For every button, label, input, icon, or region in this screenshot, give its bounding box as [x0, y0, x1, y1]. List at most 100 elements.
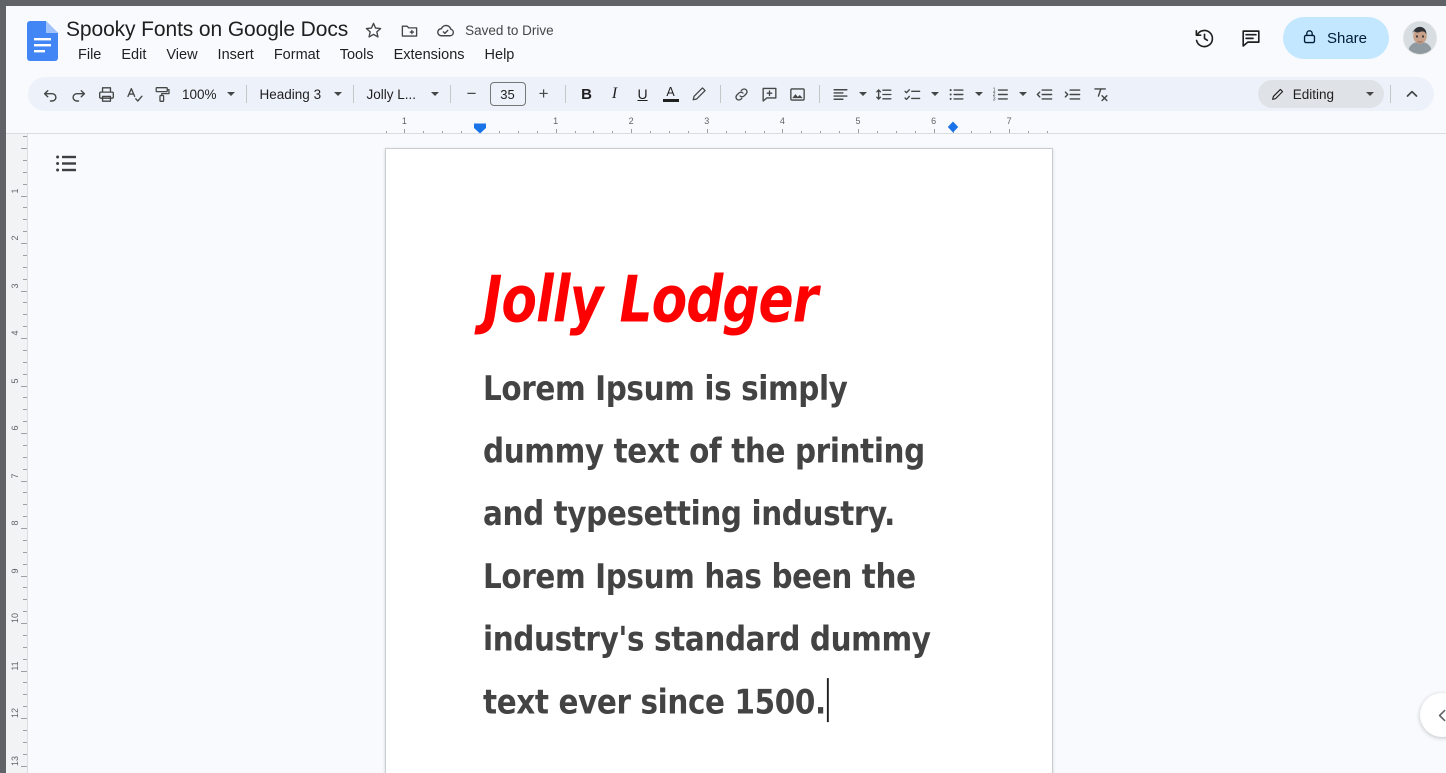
decrease-font-size-button[interactable]: − [458, 80, 486, 108]
vruler-tick [23, 266, 27, 268]
star-icon[interactable] [362, 19, 384, 41]
vruler-tick [21, 623, 27, 624]
vruler-tick [23, 753, 27, 755]
document-paragraph[interactable]: Lorem Ipsum is simply dummy text of the … [483, 358, 939, 734]
insert-link-icon[interactable] [728, 80, 756, 108]
menu-file[interactable]: File [68, 45, 111, 65]
menu-insert[interactable]: Insert [208, 45, 264, 65]
text-color-button[interactable]: A [657, 80, 685, 108]
bold-button[interactable]: B [573, 80, 601, 108]
left-indent-marker[interactable] [474, 121, 487, 134]
checklist-icon[interactable] [899, 80, 927, 108]
vruler-label: 2 [10, 235, 20, 241]
app-header: Spooky Fonts on Google Docs Saved to Dri… [6, 6, 1446, 68]
undo-icon[interactable] [36, 80, 64, 108]
zoom-level[interactable]: 100% [176, 80, 223, 108]
chevron-left-icon[interactable] [1420, 693, 1446, 737]
decrease-indent-icon[interactable] [1031, 80, 1059, 108]
vruler-tick [23, 682, 27, 684]
vruler-tick [23, 136, 27, 138]
vruler-tick [21, 433, 27, 434]
ruler-label: 4 [779, 116, 785, 126]
version-history-icon[interactable] [1185, 18, 1225, 58]
font-chevron-down-icon[interactable] [427, 80, 443, 108]
menu-tools[interactable]: Tools [330, 45, 384, 65]
vruler-tick [23, 421, 27, 423]
align-chevron-down-icon[interactable] [855, 80, 871, 108]
increase-indent-icon[interactable] [1059, 80, 1087, 108]
menu-view[interactable]: View [156, 45, 207, 65]
vruler-tick [21, 528, 27, 529]
spellcheck-icon[interactable] [120, 80, 148, 108]
underline-button[interactable]: U [629, 80, 657, 108]
editing-mode-label: Editing [1292, 86, 1334, 102]
vruler-tick [21, 290, 27, 292]
checklist-chevron-down-icon[interactable] [927, 80, 943, 108]
vruler-tick [23, 516, 27, 518]
cloud-saved-icon[interactable] [434, 19, 456, 41]
toolbar-divider [818, 85, 820, 103]
editing-chevron-down-icon[interactable] [1362, 80, 1378, 108]
ruler-label: 5 [855, 116, 861, 126]
font-family-value[interactable]: Jolly L... [361, 80, 427, 108]
menu-help[interactable]: Help [475, 45, 525, 65]
editing-mode-button[interactable]: Editing [1257, 80, 1384, 108]
paint-format-icon[interactable] [148, 80, 176, 108]
paragraph-style-value[interactable]: Heading 3 [254, 80, 330, 108]
vruler-tick [21, 575, 27, 577]
font-size-input[interactable]: 35 [489, 82, 526, 106]
vruler-tick [23, 207, 27, 209]
zoom-chevron-down-icon[interactable] [223, 80, 239, 108]
menu-edit[interactable]: Edit [111, 45, 156, 65]
vruler-tick [23, 611, 27, 613]
numbered-list-chevron-down-icon[interactable] [1015, 80, 1031, 108]
toolbar-divider [245, 85, 247, 103]
vruler-tick [21, 195, 27, 197]
increase-font-size-button[interactable]: + [530, 80, 558, 108]
vruler-tick [23, 551, 27, 553]
menu-extensions[interactable]: Extensions [384, 45, 475, 65]
move-to-folder-icon[interactable] [398, 19, 420, 41]
clear-formatting-icon[interactable] [1087, 80, 1115, 108]
right-indent-marker[interactable] [947, 120, 959, 133]
line-spacing-icon[interactable] [871, 80, 899, 108]
vruler-tick [21, 480, 27, 482]
insert-image-icon[interactable] [784, 80, 812, 108]
avatar[interactable] [1403, 21, 1437, 55]
document-heading[interactable]: Jolly Lodger [483, 266, 972, 334]
share-label: Share [1326, 29, 1367, 47]
vruler-tick [23, 171, 27, 173]
vruler-tick [23, 361, 27, 363]
italic-button[interactable]: I [601, 80, 629, 108]
menu-format[interactable]: Format [264, 45, 330, 65]
highlight-pen-icon[interactable] [685, 80, 713, 108]
document-page[interactable]: Jolly Lodger Lorem Ipsum is simply dummy… [385, 148, 1053, 773]
print-icon[interactable] [92, 80, 120, 108]
vertical-ruler[interactable]: 1 2 3 4 5 6 7 8 9 10 11 12 13 [6, 134, 28, 773]
vruler-tick [23, 563, 27, 565]
chevron-up-icon[interactable] [1398, 80, 1426, 108]
share-button[interactable]: Share [1282, 17, 1389, 59]
document-outline-icon[interactable] [49, 149, 83, 177]
bulleted-list-chevron-down-icon[interactable] [971, 80, 987, 108]
add-comment-icon[interactable] [756, 80, 784, 108]
vruler-tick [23, 587, 27, 589]
ruler-label: 6 [931, 116, 937, 126]
vruler-tick [23, 326, 27, 328]
vruler-tick [21, 670, 27, 672]
document-canvas: Jolly Lodger Lorem Ipsum is simply dummy… [28, 134, 1446, 773]
vruler-tick [23, 231, 27, 233]
docs-logo-icon[interactable] [25, 21, 58, 61]
style-chevron-down-icon[interactable] [330, 80, 346, 108]
bulleted-list-icon[interactable] [943, 80, 971, 108]
align-left-icon[interactable] [827, 80, 855, 108]
numbered-list-icon[interactable]: 1 2 3 [987, 80, 1015, 108]
horizontal-ruler[interactable]: 1 1 2 3 4 5 6 7 [6, 116, 1446, 134]
text-color-letter: A [666, 85, 675, 99]
vruler-tick [23, 183, 27, 185]
vruler-label: 4 [10, 330, 20, 336]
redo-icon[interactable] [64, 80, 92, 108]
comment-history-icon[interactable] [1231, 18, 1271, 58]
title-row: Spooky Fonts on Google Docs Saved to Dri… [66, 15, 554, 45]
document-title[interactable]: Spooky Fonts on Google Docs [66, 15, 348, 45]
